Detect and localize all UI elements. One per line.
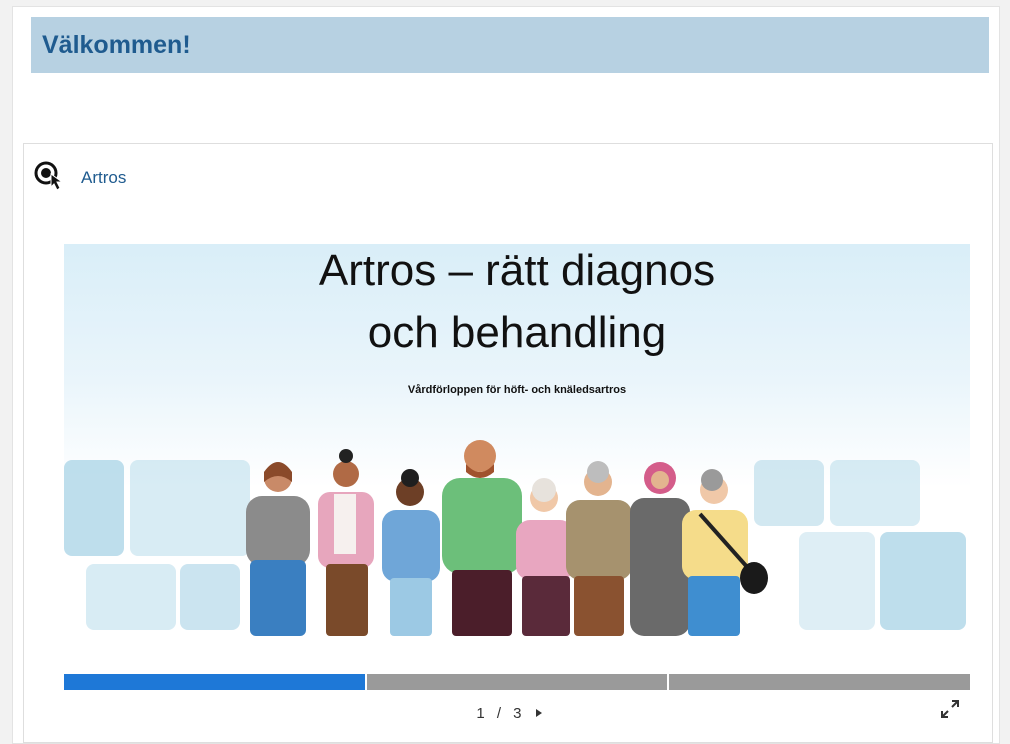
activity-link-artros[interactable]: Artros [81,168,126,188]
progress-segment-3[interactable] [669,674,971,690]
slide-title: Artros – rätt diagnos och behandling [64,244,970,364]
page: Välkommen! Artros Artros – rätt diagnos … [12,6,1000,744]
welcome-header: Välkommen! [31,17,989,73]
fullscreen-icon[interactable] [939,698,961,720]
activity-card: Artros Artros – rätt diagnos och behandl… [23,143,993,743]
interactive-content-icon[interactable] [33,160,65,192]
progress-segment-1[interactable] [64,674,365,690]
slide-counter-total: 3 [513,704,522,722]
slide-title-line-1: Artros – rätt diagnos [318,246,716,295]
slide-progress-bar[interactable] [64,674,971,690]
next-slide-icon[interactable] [535,709,542,718]
group-of-people-illustration [64,440,966,636]
slide-counter-current: 1 [476,704,485,722]
progress-segment-2[interactable] [366,674,668,690]
slide-counter-separator: / [496,704,501,722]
presentation-slide: Artros – rätt diagnos och behandling Vår… [64,244,970,636]
page-title: Välkommen! [42,31,191,59]
slide-pager: 1 / 3 [24,704,994,722]
slide-subtitle: Vårdförloppen för höft- och knäledsartro… [407,384,627,396]
slide-title-line-2: och behandling [367,308,667,357]
